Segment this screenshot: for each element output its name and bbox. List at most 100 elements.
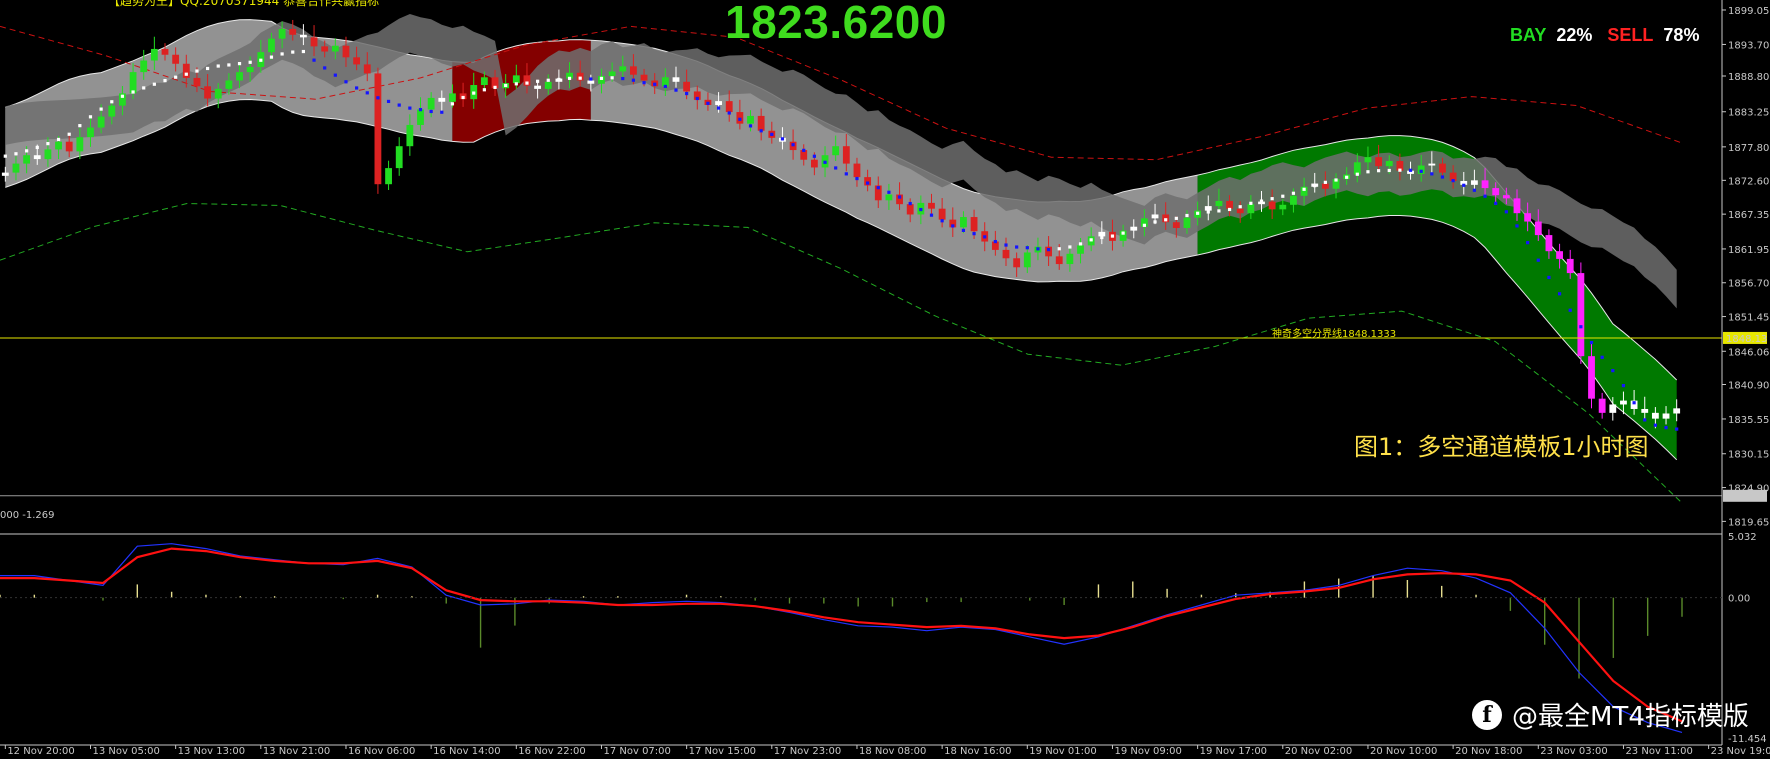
- candle-body: [832, 146, 840, 156]
- watermark-logo-icon: f: [1472, 699, 1502, 730]
- candle-body: [630, 66, 637, 75]
- candle-body: [129, 72, 137, 94]
- candle-body: [1204, 206, 1212, 211]
- signal-dot: [961, 228, 966, 232]
- candle-body: [842, 146, 850, 164]
- signal-dot: [1387, 168, 1391, 173]
- signal-dot: [78, 124, 82, 128]
- price-tick-label: 1877.80: [1728, 143, 1769, 154]
- signal-dot: [1046, 248, 1051, 252]
- signal-dot: [1153, 220, 1157, 224]
- signal-dot: [844, 172, 848, 176]
- price-tick-label: 1819.65: [1728, 517, 1769, 528]
- signal-dot: [1653, 423, 1657, 427]
- signal-dot: [802, 148, 806, 152]
- signal-dot: [897, 195, 902, 199]
- candle-body: [1566, 258, 1574, 274]
- price-tick-label: 1840.90: [1728, 381, 1769, 392]
- candle-body: [1098, 231, 1106, 237]
- candle-body: [1183, 217, 1191, 228]
- price-tick-label: 1867.35: [1728, 210, 1769, 221]
- candle-body: [672, 77, 680, 82]
- signal-dot: [621, 76, 625, 81]
- signal-dot: [578, 76, 582, 80]
- signal-dot: [1110, 234, 1115, 238]
- time-tick-label: 19 Nov 17:00: [1200, 746, 1267, 757]
- candle-body: [853, 163, 861, 178]
- candle-body: [1215, 200, 1223, 207]
- signal-dot: [631, 78, 636, 82]
- price-tick-label: 1856.70: [1728, 279, 1769, 290]
- signal-dot: [1259, 199, 1264, 203]
- osc-tick-label: -11.454: [1728, 734, 1767, 745]
- signal-dot: [1217, 209, 1221, 213]
- signal-dot: [1345, 175, 1349, 179]
- candle-body: [1598, 398, 1606, 413]
- signal-dot: [14, 152, 18, 156]
- buy-sell-sentiment: BAY 22% SELL 78%: [1510, 25, 1709, 46]
- signal-dot: [855, 176, 859, 181]
- signal-dot: [248, 60, 252, 64]
- price-tick-label: 1846.06: [1728, 347, 1769, 358]
- signal-dot: [727, 111, 731, 115]
- signal-dot: [1547, 275, 1551, 280]
- candle-body: [747, 115, 754, 124]
- signal-dot: [1164, 218, 1168, 222]
- signal-dot: [205, 66, 210, 71]
- candle-body: [172, 54, 180, 64]
- sell-label: SELL: [1607, 25, 1654, 45]
- signal-dot: [876, 186, 880, 190]
- time-tick-label: 13 Nov 13:00: [178, 746, 245, 757]
- signal-dot: [1089, 238, 1093, 242]
- candle-body: [960, 217, 967, 228]
- candle-body: [225, 80, 233, 89]
- price-tick-label: 1861.95: [1728, 245, 1769, 256]
- signal-dot: [269, 55, 274, 59]
- signal-dot: [1632, 401, 1636, 405]
- signal-dot: [1206, 210, 1210, 214]
- signal-dot: [440, 110, 444, 114]
- signal-dot: [450, 102, 455, 106]
- signal-dot: [1600, 355, 1604, 359]
- signal-dot: [1526, 241, 1530, 245]
- time-tick-label: 16 Nov 06:00: [348, 746, 415, 757]
- candle-body: [97, 116, 105, 128]
- time-tick-label: 13 Nov 21:00: [263, 746, 330, 757]
- signal-dot: [525, 81, 529, 85]
- candle-body: [810, 159, 818, 168]
- candle-body: [1321, 183, 1329, 189]
- candle-body: [289, 28, 297, 35]
- signal-dot: [195, 69, 199, 73]
- candle-body: [268, 38, 275, 53]
- signal-dot: [1291, 191, 1296, 195]
- signal-dot: [35, 145, 39, 150]
- signal-dot: [951, 224, 955, 228]
- time-tick-label: 17 Nov 15:00: [689, 746, 756, 757]
- candle-body: [331, 45, 339, 52]
- candle-body: [406, 124, 414, 147]
- signal-dot: [397, 103, 401, 107]
- signal-dot: [344, 80, 348, 84]
- candle-body: [683, 81, 691, 92]
- signal-dot: [1589, 340, 1594, 345]
- signal-dot: [174, 75, 178, 79]
- candle-body: [214, 88, 222, 99]
- candle-body: [619, 66, 627, 72]
- candle-body: [342, 45, 350, 58]
- time-tick-label: 12 Nov 20:00: [7, 746, 74, 757]
- signal-dot: [333, 73, 337, 77]
- signal-dot: [866, 181, 870, 185]
- signal-dot: [152, 82, 156, 86]
- sell-percentage: 78%: [1663, 25, 1700, 45]
- price-tick-label: 1872.60: [1728, 176, 1769, 187]
- signal-dot: [3, 154, 7, 158]
- signal-dot: [812, 154, 816, 158]
- signal-dot: [386, 99, 391, 104]
- candle-body: [1364, 157, 1372, 163]
- candle-body: [449, 93, 456, 102]
- candle-body: [278, 28, 286, 39]
- candle-body: [55, 141, 62, 150]
- signal-dot: [834, 166, 838, 170]
- price-tick-label: 1851.45: [1728, 313, 1769, 324]
- candle-body: [1609, 404, 1617, 413]
